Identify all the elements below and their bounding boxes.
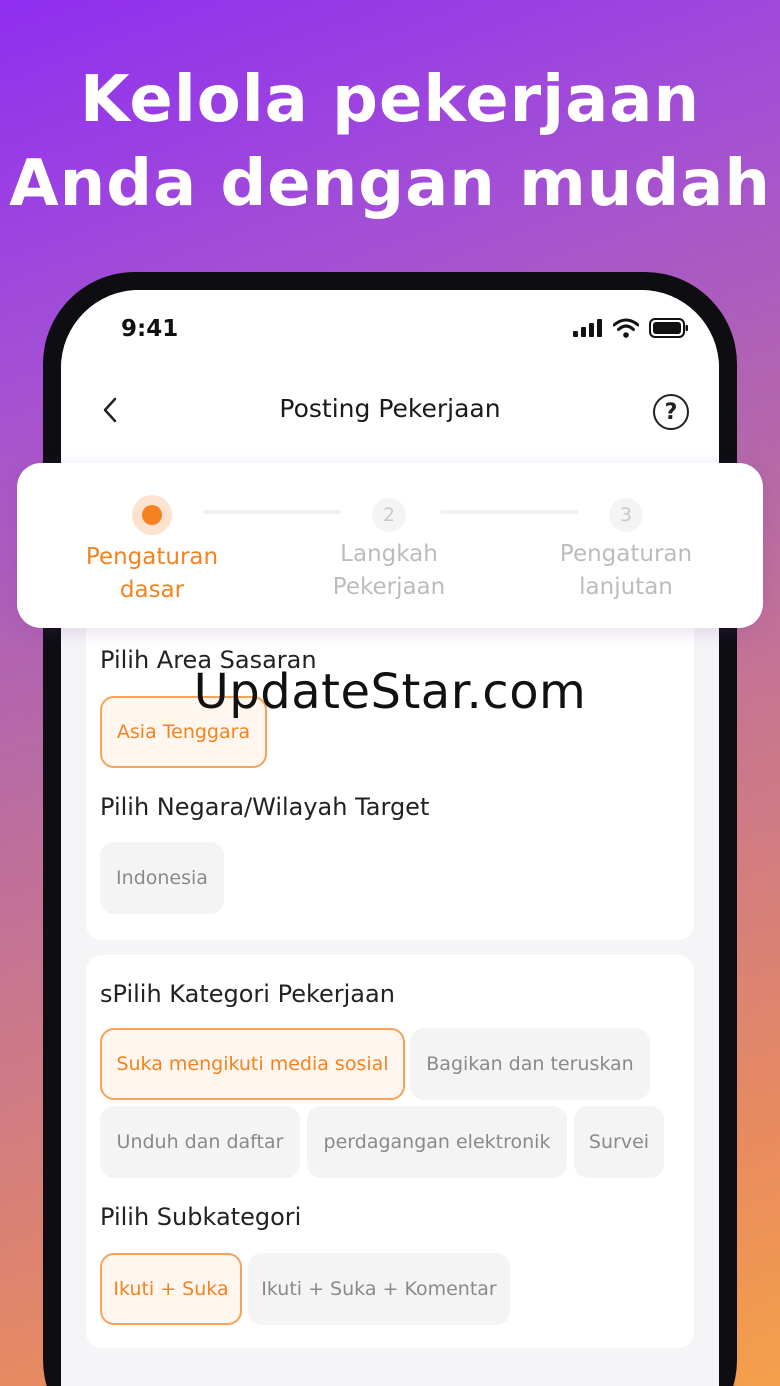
- step-label: Pengaturan lanjutan: [559, 541, 693, 600]
- category-section-title: sPilih Kategori Pekerjaan: [100, 980, 395, 1008]
- chip-label: Asia Tenggara: [116, 721, 251, 743]
- target-area-card: Pilih Area Sasaran Asia Tenggara Pilih N…: [86, 600, 694, 940]
- chip-label: Survei: [588, 1131, 650, 1153]
- status-time: 9:41: [121, 316, 179, 342]
- chip-label: Ikuti + Suka: [113, 1278, 229, 1300]
- headline-line-1: Kelola pekerjaan: [79, 63, 701, 137]
- help-button[interactable]: ?: [653, 394, 689, 430]
- step-number: 3: [609, 498, 643, 532]
- chip-label: Indonesia: [116, 867, 208, 889]
- step-connector-1: [203, 510, 341, 514]
- chip-survei[interactable]: Survei: [574, 1106, 664, 1178]
- watermark: UpdateStar.com: [193, 664, 587, 720]
- chip-label: perdagangan elektronik: [323, 1131, 551, 1153]
- chip-bagikan[interactable]: Bagikan dan teruskan: [410, 1028, 650, 1100]
- headline-line-2: Anda dengan mudah: [9, 147, 771, 221]
- stepper-card: Pengaturan dasar 2 Langkah Pekerjaan 3 P…: [17, 463, 763, 628]
- status-icons: [573, 318, 689, 338]
- chip-indonesia[interactable]: Indonesia: [100, 842, 224, 914]
- step-label: Langkah Pekerjaan: [332, 541, 446, 600]
- step-connector-2: [440, 510, 578, 514]
- chip-label: Bagikan dan teruskan: [426, 1053, 634, 1075]
- chip-ikuti-suka[interactable]: Ikuti + Suka: [100, 1253, 242, 1325]
- question-icon: ?: [664, 399, 678, 425]
- category-card: sPilih Kategori Pekerjaan Suka mengikuti…: [86, 955, 694, 1348]
- step-label: Pengaturan dasar: [85, 544, 219, 603]
- signal-icon: [573, 319, 602, 337]
- step-active-indicator: [132, 495, 172, 535]
- chip-unduh[interactable]: Unduh dan daftar: [100, 1106, 300, 1178]
- promo-headline: Kelola pekerjaan Anda dengan mudah: [0, 58, 780, 226]
- wifi-icon: [613, 318, 639, 338]
- step-2[interactable]: 2 Langkah Pekerjaan: [289, 463, 489, 604]
- chip-label: Unduh dan daftar: [116, 1131, 284, 1153]
- battery-icon: [649, 318, 688, 338]
- chip-ikuti-suka-komentar[interactable]: Ikuti + Suka + Komentar: [248, 1253, 510, 1325]
- chip-suka-mengikuti[interactable]: Suka mengikuti media sosial: [100, 1028, 405, 1100]
- step-1[interactable]: Pengaturan dasar: [52, 463, 252, 607]
- step-number: 2: [372, 498, 406, 532]
- page-title: Posting Pekerjaan: [279, 394, 501, 423]
- chip-label: Ikuti + Suka + Komentar: [261, 1278, 497, 1300]
- chip-perdagangan[interactable]: perdagangan elektronik: [307, 1106, 567, 1178]
- subcategory-section-title: Pilih Subkategori: [100, 1203, 302, 1231]
- chip-label: Suka mengikuti media sosial: [116, 1053, 389, 1075]
- country-section-title: Pilih Negara/Wilayah Target: [100, 793, 430, 821]
- step-3[interactable]: 3 Pengaturan lanjutan: [526, 463, 726, 604]
